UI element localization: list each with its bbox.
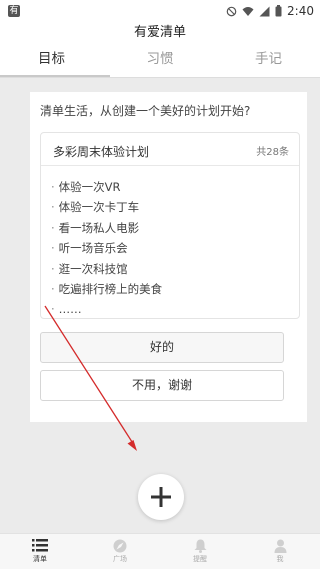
list-item-text: 吃遍排行榜上的美食 bbox=[58, 281, 163, 296]
accept-button[interactable]: 好的 bbox=[40, 332, 284, 363]
app-notification-text: 有 bbox=[9, 6, 19, 16]
list-item: · 吃遍排行榜上的美食 bbox=[51, 279, 162, 299]
bullet-icon: · bbox=[51, 261, 55, 276]
tab-journal-label: 手记 bbox=[255, 51, 282, 67]
signal-icon bbox=[259, 6, 270, 16]
mute-icon bbox=[226, 6, 237, 16]
list-item-text: 体验一次VR bbox=[58, 180, 121, 194]
top-tabs: 目标 习惯 手记 bbox=[0, 48, 320, 78]
list-item-text: …… bbox=[58, 302, 82, 317]
decline-button[interactable]: 不用，谢谢 bbox=[40, 370, 284, 401]
list-item-text: 体验一次卡丁车 bbox=[58, 200, 140, 215]
wifi-icon bbox=[242, 6, 254, 16]
bullet-icon: · bbox=[51, 180, 55, 194]
person-icon bbox=[274, 538, 287, 553]
tab-habits[interactable]: 习惯 bbox=[110, 48, 210, 78]
bullet-icon: · bbox=[51, 200, 55, 215]
list-item: · 看一场私人电影 bbox=[51, 218, 162, 238]
list-item: ·…… bbox=[51, 299, 162, 319]
bullet-icon: · bbox=[51, 220, 55, 235]
nav-item-me[interactable]: 我 bbox=[240, 534, 320, 569]
nav-label-plaza: 广场 bbox=[113, 555, 127, 563]
bottom-nav: 清单 广场 提醒 我 bbox=[0, 533, 320, 569]
list-item-text: 看一场私人电影 bbox=[58, 220, 140, 235]
list-item: · 逛一次科技馆 bbox=[51, 259, 162, 279]
add-button[interactable] bbox=[138, 474, 184, 520]
bullet-icon: · bbox=[51, 241, 55, 256]
nav-label-me: 我 bbox=[276, 555, 284, 563]
nav-item-plaza[interactable]: 广场 bbox=[80, 534, 160, 569]
app-notification-icon: 有 bbox=[8, 5, 20, 17]
battery-icon bbox=[275, 5, 282, 17]
tabs-divider bbox=[0, 77, 320, 78]
card-question: 清单生活，从创建一个美好的计划开始? bbox=[40, 104, 251, 118]
plan-title: 多彩周末体验计划 bbox=[53, 145, 150, 159]
tab-goals[interactable]: 目标 bbox=[0, 48, 110, 78]
list-icon bbox=[32, 538, 48, 553]
nav-item-reminders[interactable]: 提醒 bbox=[160, 534, 240, 569]
tab-journal[interactable]: 手记 bbox=[210, 48, 320, 78]
plan-count: 共28条 bbox=[256, 147, 289, 158]
onboarding-card: 清单生活，从创建一个美好的计划开始? 多彩周末体验计划 共28条 · 体验一次VR… bbox=[30, 92, 307, 422]
list-item-text: 逛一次科技馆 bbox=[58, 261, 128, 276]
list-item: · 体验一次VR bbox=[51, 177, 162, 197]
tab-habits-label: 习惯 bbox=[146, 51, 174, 67]
list-item: · 听一场音乐会 bbox=[51, 238, 162, 258]
page-title: 有爱清单 bbox=[0, 22, 320, 48]
status-time: 2:40 bbox=[287, 4, 314, 18]
plan-divider bbox=[41, 165, 299, 166]
tab-goals-label: 目标 bbox=[38, 51, 65, 67]
bell-icon bbox=[194, 538, 207, 553]
status-icons: 2:40 bbox=[226, 4, 314, 18]
bullet-icon: · bbox=[51, 281, 55, 296]
compass-icon bbox=[113, 538, 127, 553]
list-item: · 体验一次卡丁车 bbox=[51, 197, 162, 217]
plus-icon bbox=[151, 487, 171, 507]
nav-label-list: 清单 bbox=[33, 555, 47, 563]
sample-plan-box: 多彩周末体验计划 共28条 · 体验一次VR · 体验一次卡丁车 · 看一场私人电影 … bbox=[40, 132, 300, 319]
bullet-icon: · bbox=[51, 302, 55, 317]
nav-label-reminders: 提醒 bbox=[193, 555, 207, 563]
plan-items: · 体验一次VR · 体验一次卡丁车 · 看一场私人电影 · 听一场音乐会 · 逛一次科技… bbox=[51, 177, 162, 320]
status-bar: 有 2:40 bbox=[0, 0, 320, 22]
list-item-text: 听一场音乐会 bbox=[58, 241, 128, 256]
nav-item-list[interactable]: 清单 bbox=[0, 534, 80, 569]
